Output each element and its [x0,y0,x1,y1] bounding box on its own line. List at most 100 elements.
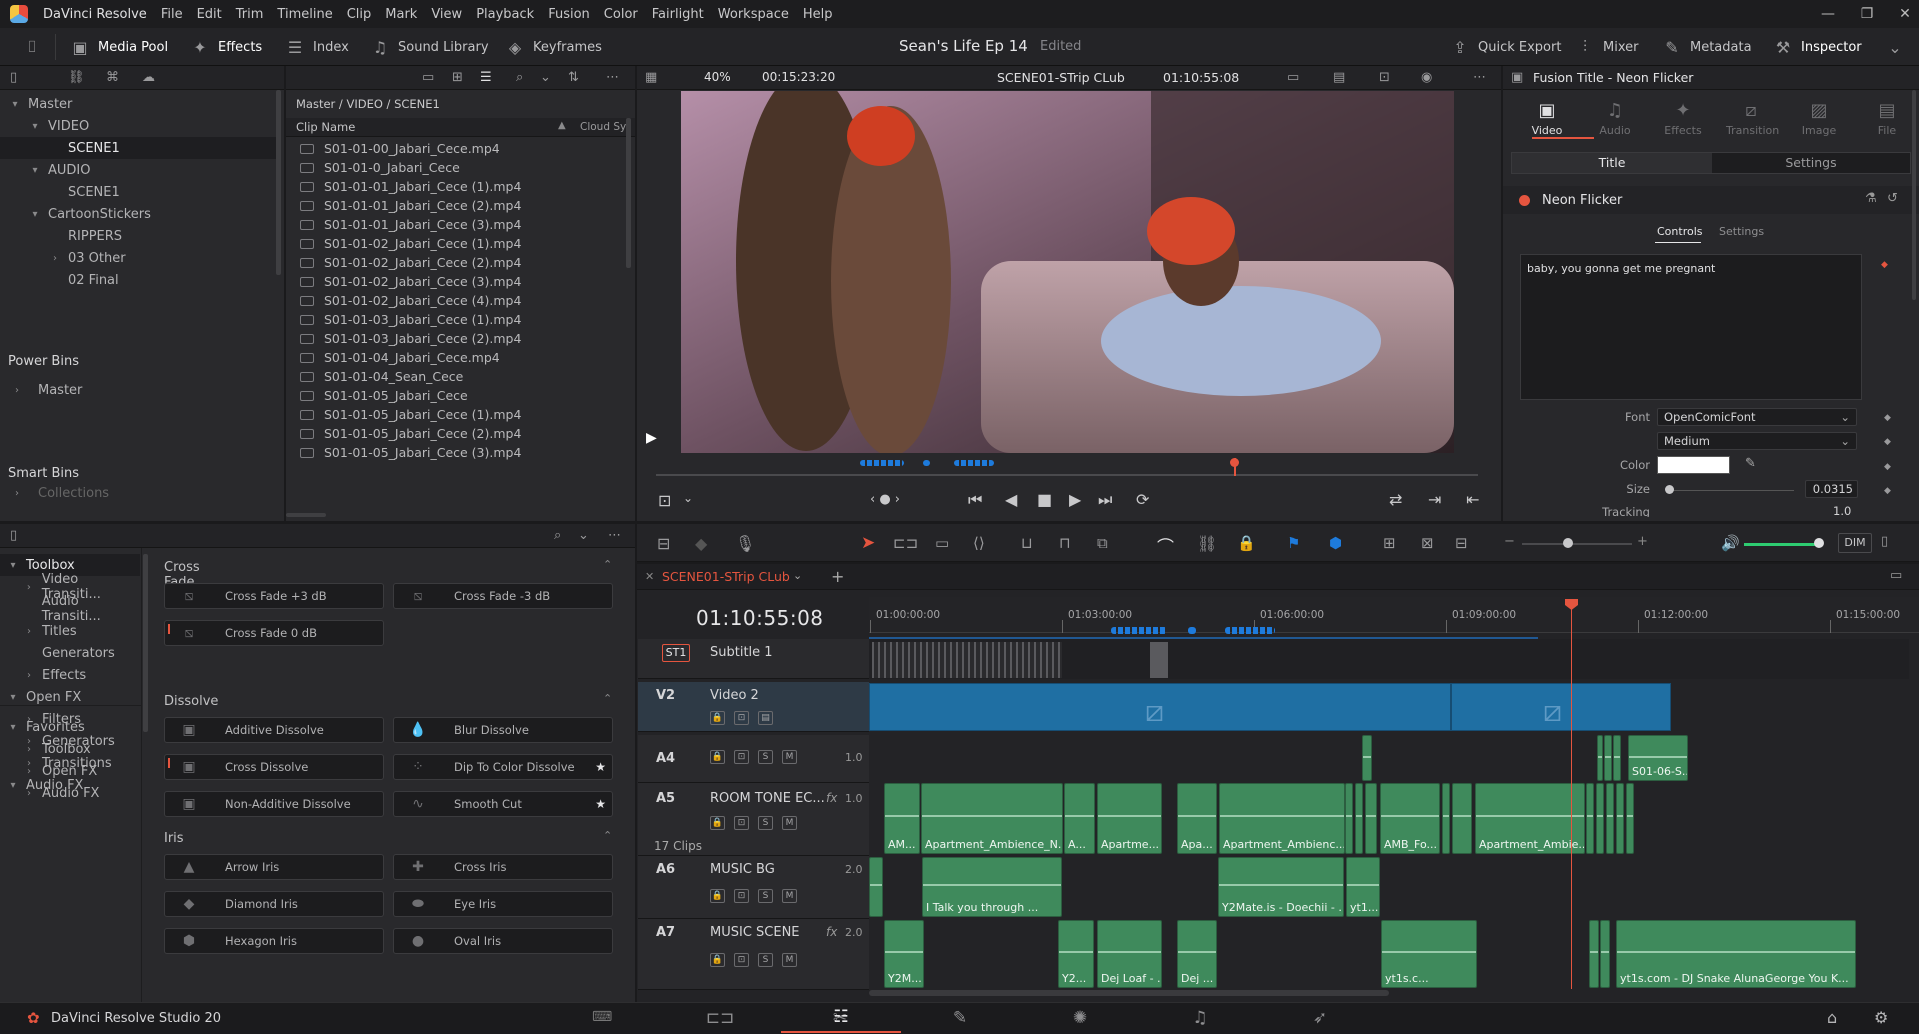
maximize-icon[interactable]: ❐ [1847,0,1887,28]
reverse-play-icon[interactable]: ◀ [1005,490,1017,509]
audio-clip[interactable] [1626,783,1634,854]
audio-clip[interactable]: Apartment_Ambienc... [1219,783,1345,854]
power-bins-master[interactable]: › Master [10,379,270,401]
effect-item[interactable]: ∿ Smooth Cut ★ [393,791,613,817]
dynamic-trim-icon[interactable]: ▭ [935,534,949,552]
track-name-a5[interactable]: ROOM TONE EC... [710,791,825,806]
track-header-v2[interactable]: V2 Video 2 🔒 ⊡ ▤ [638,682,869,732]
diamond-icon[interactable]: ◆ [695,534,707,553]
tree-arrow-icon[interactable]: ▾ [6,692,20,703]
jog-control[interactable]: ‹ ● › [870,492,900,507]
bin-item[interactable]: ▾ AUDIO [0,159,276,181]
play-overlay-icon[interactable]: ▶ [646,430,657,446]
keyframe-icon[interactable]: ◆ [1881,260,1888,270]
audio-clip[interactable] [1442,783,1450,854]
title-text-field[interactable]: baby, you gonna get me pregnant [1520,254,1862,400]
effects-tree-scrollbar[interactable] [143,554,148,732]
collapse-icon[interactable]: ⌃ [603,692,612,705]
effects-tree-item[interactable]: › Effects [0,664,140,686]
more-options-icon[interactable]: ⋯ [1473,70,1486,85]
bin-item[interactable]: › 03 Other [0,247,276,269]
keyframe-icon[interactable]: ◆ [1884,462,1891,472]
tab-file[interactable]: ▤ File [1862,100,1912,137]
meter-icon[interactable]: ▯ [1881,534,1888,549]
auto-select-icon[interactable]: ⊡ [734,711,749,725]
page-color-icon[interactable]: ✺ [1020,1003,1140,1033]
audio-clip[interactable]: Apartment_Ambie... [1475,783,1585,854]
zoom-slider-handle[interactable] [1563,538,1573,548]
list-item[interactable]: S01-01-01_Jabari_Cece (1).mp4 [286,177,626,196]
menu-timeline[interactable]: Timeline [270,7,339,22]
prev-edit-icon[interactable]: ⇤ [1466,490,1479,509]
chevron-down-icon[interactable]: ⌄ [793,569,802,582]
list-item[interactable]: S01-01-05_Jabari_Cece (1).mp4 [286,405,626,424]
audio-clip[interactable]: Dej Loaf - ... [1097,920,1162,988]
tab-audio[interactable]: ♫ Audio [1590,100,1640,137]
lock-icon[interactable]: 🔒 [710,711,725,725]
solo-button[interactable]: S [758,889,773,903]
menu-file[interactable]: File [154,7,190,22]
tab-title[interactable]: Title [1512,153,1712,173]
effect-item[interactable]: ▣ Cross Dissolve [164,754,384,780]
favorites-tree-item[interactable]: › Audio FX [0,782,140,804]
bin-arrow-icon[interactable]: ▾ [8,99,22,110]
workspace-toggle-button[interactable]: ⌷ [12,28,52,66]
clip-hscrollbar[interactable] [286,513,326,517]
audio-clip[interactable]: yt1s.c... [1381,920,1477,988]
sort-icon[interactable]: ⇅ [568,70,579,85]
bin-item[interactable]: ▾ CartoonStickers [0,203,276,225]
effect-item[interactable]: ▣ Non-Additive Dissolve [164,791,384,817]
mute-button[interactable]: M [782,953,797,967]
effect-item[interactable]: ◆ Diamond Iris [164,891,384,917]
video-frame[interactable] [681,91,1454,453]
eyedropper-icon[interactable]: ✎ [1745,456,1756,471]
bin-item[interactable]: SCENE1 [0,181,276,203]
zoom-detail-icon[interactable]: ⊠ [1421,534,1434,552]
mute-button[interactable]: M [782,889,797,903]
keyframes-button[interactable]: ◈ Keyframes [495,28,612,66]
overlay-icon[interactable]: ▤ [1333,70,1345,85]
timeline-hscrollbar[interactable] [869,990,1389,996]
tree-arrow-icon[interactable]: ▾ [6,560,20,571]
tab-controls[interactable]: Controls [1657,225,1703,238]
audio-clip[interactable] [1613,735,1621,781]
effects-button[interactable]: ✦ Effects [180,28,272,66]
keyframe-icon[interactable]: ◆ [1884,413,1891,423]
track-fx-a5[interactable]: fx [826,791,837,805]
favorites-tree-item[interactable]: › Open FX [0,760,140,782]
stop-icon[interactable]: ■ [1037,490,1052,509]
size-slider-handle[interactable] [1665,485,1674,494]
audio-clip[interactable] [1604,735,1612,781]
audio-clip[interactable] [1452,783,1472,854]
tree-arrow-icon[interactable]: › [22,670,36,681]
track-header-a5[interactable]: A5 ROOM TONE EC... fx 1.0 🔒 ⊡ S M 17 Clips [638,783,869,856]
marker-cluster[interactable] [1111,627,1167,634]
timeline-options-icon[interactable]: ⊟ [657,534,670,553]
page-fairlight-icon[interactable]: ♫ [1140,1003,1260,1033]
lock-icon[interactable]: 🔒 [710,816,725,830]
menu-clip[interactable]: Clip [340,7,379,22]
tree-arrow-icon[interactable]: › [22,744,36,755]
effect-item[interactable]: ⬬ Eye Iris [393,891,613,917]
menu-playback[interactable]: Playback [469,7,541,22]
home-icon[interactable]: ⌂ [1827,1008,1837,1027]
audio-clip[interactable] [1586,783,1594,854]
microphone-icon[interactable]: 🎙 [735,534,755,553]
index-button[interactable]: ☰ Index [275,28,359,66]
list-view-icon[interactable]: ☰ [480,70,492,85]
track-name-st1[interactable]: Subtitle 1 [710,645,773,660]
menu-edit[interactable]: Edit [190,7,229,22]
dim-button[interactable]: DIM [1838,533,1872,553]
page-media-icon[interactable]: ⊏⊐ [660,1003,780,1033]
bin-arrow-icon[interactable]: › [48,253,62,264]
track-name-a7[interactable]: MUSIC SCENE [710,925,800,940]
auto-select-icon[interactable]: ⊡ [734,816,749,830]
keyframe-icon[interactable]: ◆ [1884,486,1891,496]
list-item[interactable]: S01-01-02_Jabari_Cece (1).mp4 [286,234,626,253]
effect-item[interactable]: ⬢ Hexagon Iris [164,928,384,954]
collapse-icon[interactable]: ⌃ [603,829,612,842]
match-frame-icon[interactable]: ⇄ [1389,490,1402,509]
marker-cluster[interactable] [954,460,994,466]
tab-image[interactable]: ▨ Image [1794,100,1844,137]
tree-arrow-icon[interactable]: › [22,582,36,593]
